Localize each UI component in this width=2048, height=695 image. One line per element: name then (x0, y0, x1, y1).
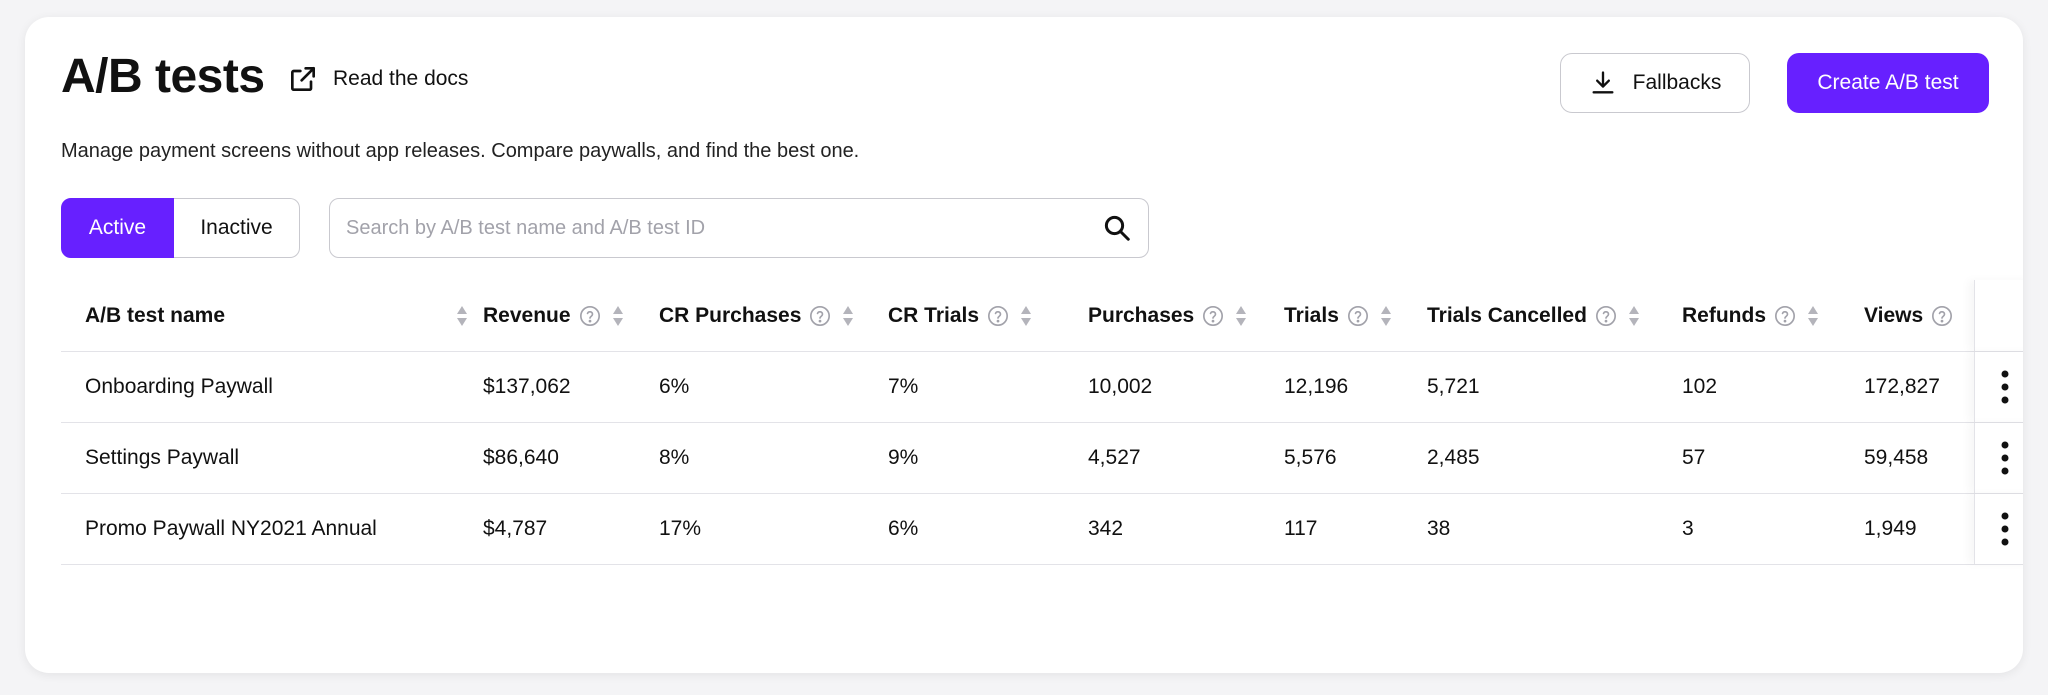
column-header-label: CR Purchases (659, 303, 802, 327)
page-subtitle: Manage payment screens without app relea… (61, 140, 860, 162)
status-toggle: Active Inactive (61, 198, 300, 258)
metric-cell: $86,640 (483, 446, 559, 469)
question-circle-icon[interactable] (1202, 305, 1224, 327)
read-docs-link[interactable]: Read the docs (287, 63, 468, 95)
column-header-label: Revenue (483, 303, 571, 327)
metric-cell: 172,827 (1864, 375, 1940, 398)
metric-cell: 102 (1682, 375, 1718, 398)
question-circle-icon[interactable] (1595, 305, 1617, 327)
external-link-icon (291, 67, 315, 91)
column-header-label: CR Trials (888, 303, 980, 327)
sort-control[interactable] (455, 280, 469, 351)
column-header[interactable]: Views (1864, 280, 1953, 351)
column-header[interactable]: Trials (1284, 280, 1393, 351)
metric-cell: 12,196 (1284, 375, 1349, 398)
ab-tests-card: A/B tests Read the docs Manage payment s… (25, 17, 2023, 673)
metric-cell: 57 (1682, 446, 1706, 469)
sort-arrows-icon[interactable] (841, 304, 855, 328)
column-header[interactable]: Revenue (483, 280, 625, 351)
ab-tests-table: A/B test name Revenue CR Purchases CR Trial… (61, 280, 2023, 565)
tab-inactive[interactable]: Inactive (174, 198, 300, 258)
column-header[interactable]: Refunds (1682, 280, 1820, 351)
download-icon (1592, 71, 1614, 94)
metric-cell: 2,485 (1427, 446, 1480, 469)
metric-cell: 6% (888, 517, 919, 540)
metric-cell: 5,721 (1427, 375, 1480, 398)
row-actions (1974, 423, 2023, 493)
fallbacks-button[interactable]: Fallbacks (1560, 53, 1750, 113)
metric-cell: 10,002 (1088, 375, 1153, 398)
table-row[interactable]: Settings Paywall $86,640 8% 9% 4,527 5,576 2,4… (61, 423, 2023, 494)
table-row[interactable]: Promo Paywall NY2021 Annual $4,787 17% 6% 34… (61, 494, 2023, 565)
metric-cell: 7% (888, 375, 919, 398)
metric-cell: 38 (1427, 517, 1451, 540)
metric-cell: 5,576 (1284, 446, 1337, 469)
table-header: A/B test name Revenue CR Purchases CR Trial… (61, 280, 2023, 352)
metric-cell: $137,062 (483, 375, 571, 398)
sort-arrows-icon[interactable] (1379, 304, 1393, 328)
table-row[interactable]: Onboarding Paywall $137,062 6% 7% 10,002 12,1… (61, 352, 2023, 423)
column-header[interactable]: Trials Cancelled (1427, 280, 1641, 351)
read-docs-label: Read the docs (333, 67, 469, 90)
column-header-label: Trials Cancelled (1427, 303, 1587, 327)
column-header[interactable]: A/B test name (85, 280, 225, 351)
sort-arrows-icon[interactable] (1234, 304, 1248, 328)
ab-test-name-cell[interactable]: Onboarding Paywall (85, 352, 273, 422)
column-header-label: Purchases (1088, 303, 1195, 327)
kebab-menu-icon[interactable] (2000, 512, 2010, 546)
search-box (329, 198, 1149, 258)
metric-cell: 59,458 (1864, 446, 1929, 469)
sort-arrows-icon[interactable] (1019, 304, 1033, 328)
metric-cell: 1,949 (1864, 517, 1917, 540)
ab-test-name-cell[interactable]: Promo Paywall NY2021 Annual (85, 494, 377, 564)
metric-cell: 17% (659, 517, 702, 540)
question-circle-icon[interactable] (809, 305, 831, 327)
column-header-label: A/B test name (85, 303, 226, 327)
question-circle-icon[interactable] (1931, 305, 1953, 327)
kebab-menu-icon[interactable] (2000, 441, 2010, 475)
column-header[interactable]: CR Purchases (659, 280, 855, 351)
metric-cell: 9% (888, 446, 919, 469)
actions-column-header (1974, 280, 2023, 351)
ab-test-name-cell[interactable]: Settings Paywall (85, 423, 239, 493)
tab-active[interactable]: Active (61, 198, 174, 258)
column-header-label: Trials (1284, 303, 1339, 327)
search-input[interactable] (346, 216, 1102, 240)
sort-arrows-icon[interactable] (455, 304, 469, 328)
metric-cell: 6% (659, 375, 690, 398)
metric-cell: 8% (659, 446, 690, 469)
question-circle-icon[interactable] (579, 305, 601, 327)
question-circle-icon[interactable] (1347, 305, 1369, 327)
row-actions (1974, 494, 2023, 564)
kebab-menu-icon[interactable] (2000, 370, 2010, 404)
sort-arrows-icon[interactable] (1627, 304, 1641, 328)
column-header[interactable]: CR Trials (888, 280, 1033, 351)
create-ab-test-button[interactable]: Create A/B test (1787, 53, 1989, 113)
metric-cell: 4,527 (1088, 446, 1141, 469)
metric-cell: 342 (1088, 517, 1124, 540)
metric-cell: $4,787 (483, 517, 548, 540)
column-header-label: Views (1864, 303, 1924, 327)
question-circle-icon[interactable] (1774, 305, 1796, 327)
column-header-label: Refunds (1682, 303, 1766, 327)
page-title: A/B tests (61, 50, 265, 103)
sort-arrows-icon[interactable] (611, 304, 625, 328)
sort-arrows-icon[interactable] (1806, 304, 1820, 328)
question-circle-icon[interactable] (987, 305, 1009, 327)
fallbacks-label: Fallbacks (1632, 71, 1722, 94)
metric-cell: 3 (1682, 517, 1694, 540)
column-header[interactable]: Purchases (1088, 280, 1248, 351)
row-actions (1974, 352, 2023, 422)
search-icon[interactable] (1102, 213, 1132, 243)
metric-cell: 117 (1284, 517, 1318, 540)
